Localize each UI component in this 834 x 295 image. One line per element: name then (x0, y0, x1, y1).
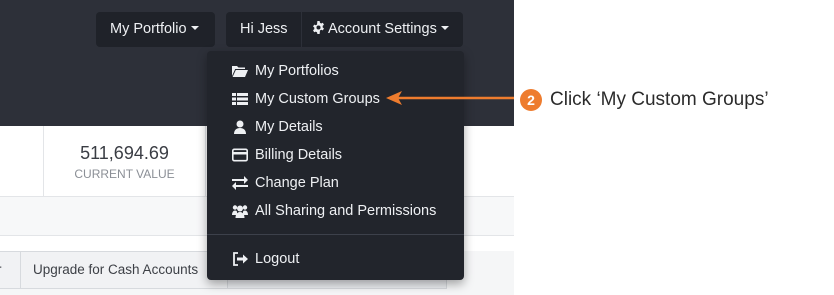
menu-item-label: My Portfolios (255, 63, 339, 79)
menu-item-label: My Details (255, 119, 323, 135)
gear-icon (313, 21, 324, 34)
menu-item-label: Change Plan (255, 175, 339, 191)
instruction-text: Click ‘My Custom Groups’ (550, 89, 769, 110)
tab-upgrade-cash-accounts[interactable]: Upgrade for Cash Accounts (20, 251, 228, 289)
menu-divider (207, 234, 464, 235)
menu-item-change-plan[interactable]: Change Plan (207, 169, 464, 197)
my-portfolio-label: My Portfolio (110, 21, 187, 37)
menu-item-label: All Sharing and Permissions (255, 203, 437, 219)
folder-open-icon (232, 66, 248, 77)
users-icon (232, 205, 248, 218)
callout-arrow (386, 91, 514, 105)
exchange-icon (232, 176, 248, 190)
caret-down-icon (190, 26, 199, 31)
step-number-badge: 2 (520, 89, 542, 111)
my-portfolio-dropdown[interactable]: My Portfolio (96, 12, 215, 47)
menu-item-label: My Custom Groups (255, 91, 380, 107)
menu-item-label: Billing Details (255, 147, 343, 163)
greeting-button[interactable]: Hi Jess (226, 12, 301, 47)
account-settings-menu: My Portfolios My Custom Groups My Detail… (207, 51, 464, 280)
tab-partial[interactable]: r (0, 251, 21, 289)
menu-item-billing-details[interactable]: Billing Details (207, 141, 464, 169)
caret-down-icon (440, 26, 449, 31)
menu-item-my-portfolios[interactable]: My Portfolios (207, 57, 464, 85)
tab-partial-label: r (0, 262, 2, 277)
menu-item-sharing-permissions[interactable]: All Sharing and Permissions (207, 197, 464, 225)
list-icon (232, 93, 248, 105)
credit-card-icon (232, 148, 248, 162)
tab-upgrade-label: Upgrade for Cash Accounts (33, 262, 199, 277)
greeting-label: Hi Jess (240, 21, 288, 37)
menu-item-logout[interactable]: Logout (207, 245, 464, 273)
current-value-card: 511,694.69 CURRENT VALUE (43, 126, 206, 196)
menu-item-my-details[interactable]: My Details (207, 113, 464, 141)
account-settings-dropdown[interactable]: Account Settings (302, 12, 463, 47)
menu-item-label: Logout (255, 251, 300, 267)
sign-out-icon (233, 252, 248, 266)
current-value-label: CURRENT VALUE (74, 167, 175, 181)
current-value-amount: 511,694.69 (80, 143, 169, 163)
account-settings-label: Account Settings (328, 21, 437, 37)
instruction-callout: 2 Click ‘My Custom Groups’ (520, 86, 769, 114)
user-icon (234, 120, 246, 134)
